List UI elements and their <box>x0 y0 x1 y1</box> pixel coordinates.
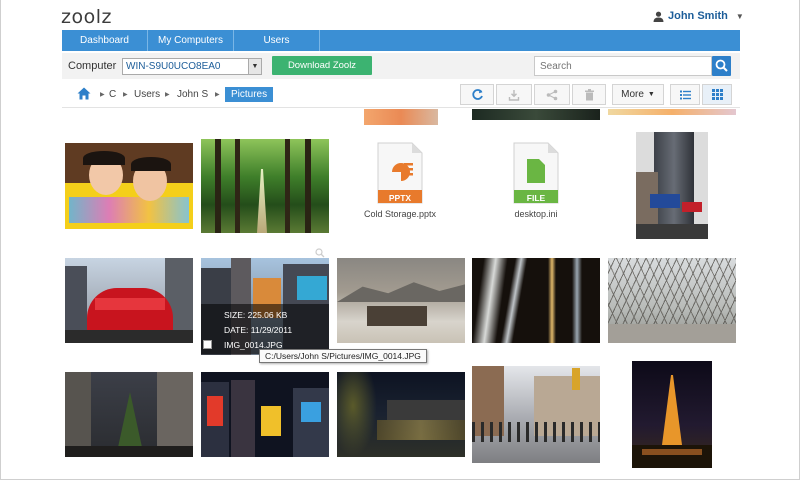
path-tooltip: C:/Users/John S/Pictures/IMG_0014.JPG <box>259 349 427 363</box>
hover-date: DATE: 11/29/2011 <box>224 325 293 335</box>
photo-thumbnail[interactable] <box>65 258 193 343</box>
photo-thumbnail[interactable] <box>472 109 600 120</box>
photo-thumbnail[interactable] <box>201 139 329 233</box>
select-checkbox[interactable] <box>203 340 212 349</box>
photo-thumbnail[interactable] <box>337 258 465 343</box>
photo-thumbnail[interactable] <box>65 143 193 229</box>
file-grid: PPTX Cold Storage.pptx FILE desktop.ini <box>1 0 799 479</box>
zoom-icon[interactable] <box>315 248 325 258</box>
pptx-badge: PPTX <box>388 193 412 203</box>
file-name-desktop-ini[interactable]: desktop.ini <box>476 209 596 219</box>
photo-thumbnail[interactable] <box>337 372 465 457</box>
photo-thumbnail[interactable] <box>608 109 736 115</box>
photo-thumbnail[interactable] <box>632 361 712 468</box>
hover-size: SIZE: 225.06 KB <box>224 310 288 320</box>
file-badge: FILE <box>526 193 546 203</box>
app-window: zoolz John Smith ▼ Dashboard My Computer… <box>0 0 800 480</box>
photo-thumbnail[interactable] <box>472 366 600 463</box>
photo-thumbnail[interactable] <box>364 109 438 125</box>
photo-thumbnail[interactable] <box>608 258 736 343</box>
file-name-cold-storage[interactable]: Cold Storage.pptx <box>340 209 460 219</box>
photo-thumbnail[interactable] <box>201 372 329 457</box>
photo-thumbnail[interactable] <box>65 372 193 457</box>
photo-thumbnail[interactable] <box>472 258 600 343</box>
photo-thumbnail[interactable] <box>636 132 708 239</box>
